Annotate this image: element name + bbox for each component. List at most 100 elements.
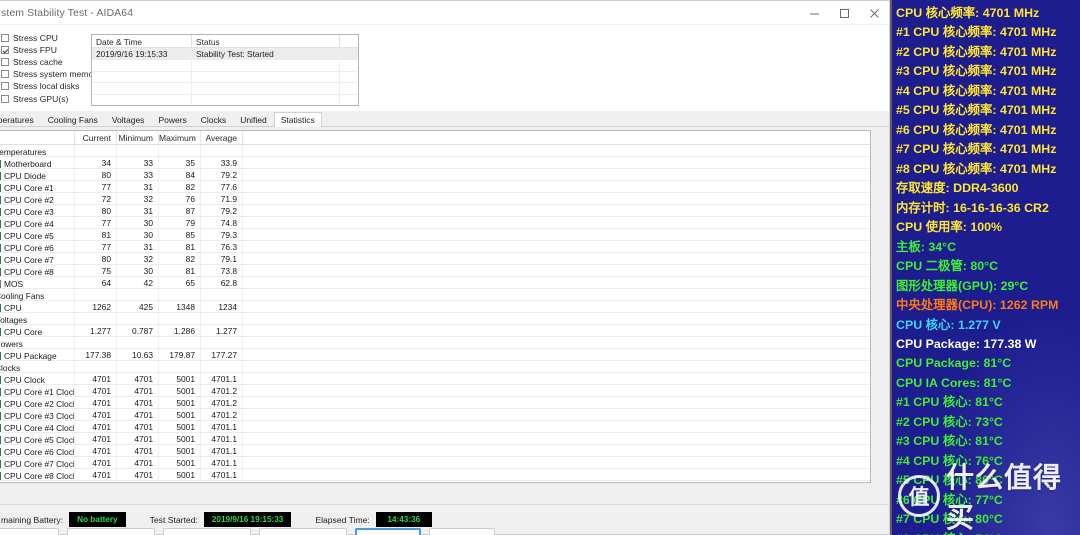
statistics-average-cell: 74.8: [201, 217, 243, 229]
event-log-cell: [192, 59, 340, 72]
tab-strip: emperaturesCooling FansVoltagesPowersClo…: [0, 111, 889, 127]
tab-unified[interactable]: Unified: [233, 112, 274, 126]
bottom-button[interactable]: [429, 528, 495, 535]
event-log-row[interactable]: [92, 71, 358, 84]
checkbox-icon[interactable]: [1, 94, 9, 103]
statistics-row[interactable]: CPU Core #3 Clock 4701 4701 5001 4701.2: [0, 409, 870, 421]
stress-options-list: Stress CPU Stress FPU Stress cache Stress s…: [0, 31, 100, 111]
statistics-item-label: MOS: [4, 278, 24, 289]
statistics-item-cell: CPU Core #8: [0, 265, 75, 277]
statistics-filler-cell: [243, 205, 870, 217]
statistics-filler-cell: [243, 145, 870, 157]
statistics-row[interactable]: Voltages: [0, 313, 870, 325]
stress-option-row[interactable]: Stress local disks: [1, 80, 87, 92]
statistics-minimum-cell: 32: [117, 193, 159, 205]
statistics-item-cell: MOS: [0, 277, 75, 289]
event-log-column-header[interactable]: [340, 35, 358, 48]
tab-statistics[interactable]: Statistics: [273, 112, 322, 127]
statistics-column-header[interactable]: Average: [201, 131, 243, 145]
stress-option-row[interactable]: Stress GPU(s): [1, 92, 87, 104]
statistics-row[interactable]: CPU Core #5 81 30 85 79.3: [0, 229, 870, 241]
stress-option-row[interactable]: Stress CPU: [1, 32, 87, 44]
event-log-row[interactable]: [92, 59, 358, 72]
bottom-button[interactable]: [163, 528, 251, 535]
statistics-row[interactable]: Temperatures: [0, 145, 870, 157]
stress-option-row[interactable]: Stress cache: [1, 56, 87, 68]
statistics-average-cell: 4701.1: [201, 421, 243, 433]
statistics-maximum-cell: 76: [159, 193, 201, 205]
statistics-row[interactable]: CPU Core #4 Clock 4701 4701 5001 4701.1: [0, 421, 870, 433]
statistics-column-header[interactable]: Current: [75, 131, 117, 145]
tab-powers[interactable]: Powers: [151, 112, 194, 126]
tab-clocks[interactable]: Clocks: [193, 112, 234, 126]
statistics-item-cell: CPU Diode: [0, 169, 75, 181]
statistics-filler-cell: [243, 277, 870, 289]
event-log-row[interactable]: [92, 83, 358, 96]
checkbox-icon[interactable]: [1, 46, 9, 55]
statistics-row[interactable]: CPU Core #4 77 30 79 74.8: [0, 217, 870, 229]
statistics-current-cell: 4701: [75, 469, 117, 481]
statistics-row[interactable]: CPU Core #1 77 31 82 77.6: [0, 181, 870, 193]
statistics-row[interactable]: CPU 1262 425 1348 1234: [0, 301, 870, 313]
event-log-column-header[interactable]: Date & Time: [92, 35, 192, 48]
statistics-row[interactable]: MOS 64 42 65 62.8: [0, 277, 870, 289]
box-icon: [0, 171, 1, 180]
statistics-row[interactable]: CPU Core #2 72 32 76 71.9: [0, 193, 870, 205]
statistics-row[interactable]: CPU Core #2 Clock 4701 4701 5001 4701.2: [0, 397, 870, 409]
event-log-column-header[interactable]: Status: [192, 35, 340, 48]
event-log-cell: [340, 83, 358, 95]
statistics-current-cell: [75, 361, 117, 373]
tab-cooling-fans[interactable]: Cooling Fans: [40, 112, 105, 126]
stress-option-row[interactable]: Stress system memory: [1, 68, 100, 80]
checkbox-icon[interactable]: [1, 58, 9, 67]
bottom-button[interactable]: [259, 528, 347, 535]
statistics-row[interactable]: Motherboard 34 33 35 33.9: [0, 157, 870, 169]
statistics-item-label: CPU Diode: [4, 170, 46, 181]
minimize-icon[interactable]: [799, 1, 829, 25]
statistics-average-cell: [201, 289, 243, 301]
statistics-row[interactable]: CPU Core #8 75 30 81 73.8: [0, 265, 870, 277]
stress-option-row[interactable]: Stress FPU: [1, 44, 87, 56]
tab-emperatures[interactable]: emperatures: [0, 112, 41, 126]
bottom-button-focused[interactable]: [355, 528, 421, 535]
statistics-row[interactable]: CPU Core #6 77 31 81 76.3: [0, 241, 870, 253]
statistics-row[interactable]: Powers: [0, 337, 870, 349]
battery-value: No battery: [69, 512, 126, 527]
statistics-row[interactable]: Clocks: [0, 361, 870, 373]
statistics-row[interactable]: Cooling Fans: [0, 289, 870, 301]
checkbox-icon[interactable]: [1, 34, 9, 43]
statistics-row[interactable]: CPU Core #7 80 32 82 79.1: [0, 253, 870, 265]
statistics-row[interactable]: CPU Clock 4701 4701 5001 4701.1: [0, 373, 870, 385]
statistics-column-header[interactable]: Minimum: [117, 131, 159, 145]
statistics-row[interactable]: CPU Core #8 Clock 4701 4701 5001 4701.1: [0, 469, 870, 481]
statistics-row[interactable]: CPU Core #1 Clock 4701 4701 5001 4701.2: [0, 385, 870, 397]
box-icon: [0, 195, 1, 204]
stress-option-label: Stress CPU: [13, 33, 58, 44]
event-log-grid[interactable]: Date & Time Status 2019/9/16 19:15:33 Stab…: [91, 34, 359, 106]
statistics-row[interactable]: CPU Package 177.38 10.63 179.87 177.27: [0, 349, 870, 361]
checkbox-icon[interactable]: [1, 70, 9, 79]
statistics-row[interactable]: CPU Core #7 Clock 4701 4701 5001 4701.1: [0, 457, 870, 469]
event-log-row[interactable]: 2019/9/16 19:15:33 Stability Test: Starte…: [92, 48, 358, 60]
statistics-row[interactable]: CPU Core #3 80 31 87 79.2: [0, 205, 870, 217]
osd-line: #8 CPU 核心: 74°C: [896, 530, 1080, 535]
checkbox-icon[interactable]: [1, 82, 9, 91]
statistics-item-label: CPU Core #7: [4, 254, 54, 265]
statistics-table[interactable]: ItemCurrentMinimumMaximumAverage Tempera…: [0, 130, 871, 483]
mb-icon: [0, 159, 1, 168]
close-icon[interactable]: [859, 1, 889, 25]
statistics-column-header[interactable]: Maximum: [159, 131, 201, 145]
tab-voltages[interactable]: Voltages: [104, 112, 152, 126]
osd-line: 内存计时: 16-16-16-36 CR2: [896, 200, 1049, 215]
maximize-icon[interactable]: [829, 1, 859, 25]
event-log-row[interactable]: [92, 95, 358, 105]
statistics-minimum-cell: 4701: [117, 421, 159, 433]
statistics-row[interactable]: CPU Core 1.277 0.787 1.286 1.277: [0, 325, 870, 337]
stress-option-label: Stress FPU: [13, 45, 57, 56]
bottom-button[interactable]: [67, 528, 155, 535]
bottom-button[interactable]: [0, 528, 59, 535]
statistics-row[interactable]: CPU Core #5 Clock 4701 4701 5001 4701.1: [0, 433, 870, 445]
statistics-row[interactable]: CPU Core #6 Clock 4701 4701 5001 4701.1: [0, 445, 870, 457]
statistics-column-header[interactable]: Item: [0, 131, 75, 145]
statistics-row[interactable]: CPU Diode 80 33 84 79.2: [0, 169, 870, 181]
